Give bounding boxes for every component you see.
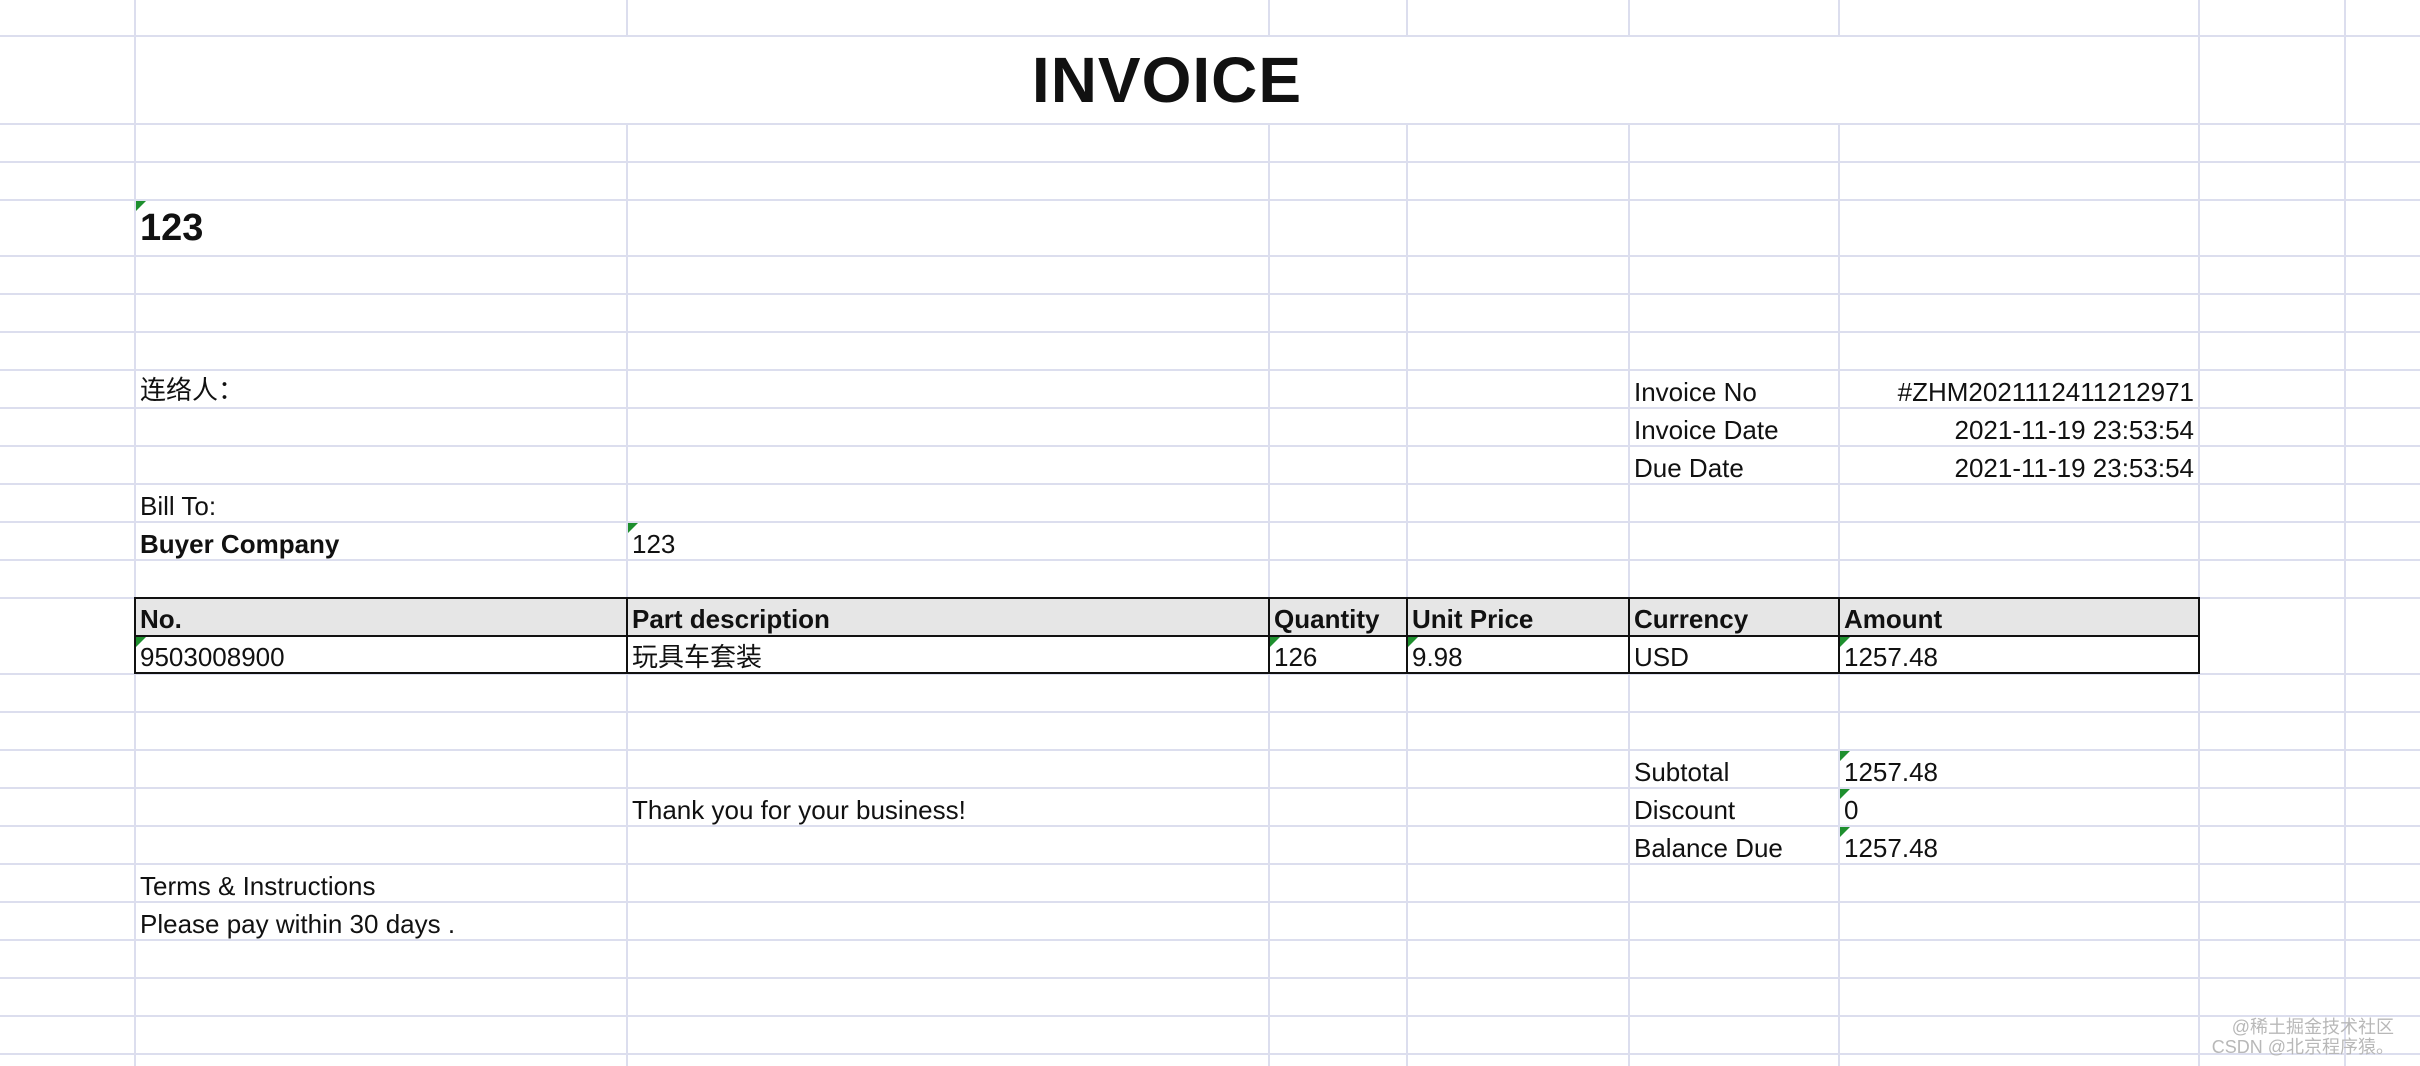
grid-row-line [0,711,2420,713]
grid-row-line [0,161,2420,163]
watermark-line-2: CSDN @北京程序猿。 [2211,1037,2394,1057]
header-amount[interactable]: Amount [1844,601,1942,637]
row-part-description[interactable]: 玩具车套装 [632,639,762,675]
invoice-date-value[interactable]: 2021-11-19 23:53:54 [1844,412,2195,448]
grid-column-line [1268,0,1270,1066]
terms-label[interactable]: Terms & Instructions [140,868,376,904]
discount-value[interactable]: 0 [1844,792,1858,828]
row-no[interactable]: 9503008900 [140,639,285,675]
header-part-description[interactable]: Part description [632,601,830,637]
row-amount[interactable]: 1257.48 [1844,639,1938,675]
grid-row-line [0,863,2420,865]
table-column-divider [1406,599,1408,672]
grid-row-line [0,1015,2420,1017]
buyer-company-value[interactable]: 123 [632,526,675,562]
company-name[interactable]: 123 [140,204,203,252]
grid-row-line [0,255,2420,257]
due-date-label[interactable]: Due Date [1634,450,1744,486]
grid-column-line [1628,0,1630,1066]
grid-column-line [2198,0,2200,1066]
thank-you-note[interactable]: Thank you for your business! [632,792,966,828]
grid-column-line [2344,0,2346,1066]
subtotal-value[interactable]: 1257.48 [1844,754,1938,790]
header-quantity[interactable]: Quantity [1274,601,1379,637]
table-column-divider [1628,599,1630,672]
terms-text[interactable]: Please pay within 30 days . [140,906,455,942]
table-column-divider [1268,599,1270,672]
table-column-divider [1838,599,1840,672]
grid-column-line [1406,0,1408,1066]
grid-row-line [0,977,2420,979]
contact-label[interactable]: 连络人： [140,372,244,408]
grid-row-line [0,331,2420,333]
table-column-divider [626,599,628,672]
grid-row-line [0,749,2420,751]
balance-due-value[interactable]: 1257.48 [1844,830,1938,866]
row-unit-price[interactable]: 9.98 [1412,639,1463,675]
subtotal-label[interactable]: Subtotal [1634,754,1729,790]
grid-row-line [0,199,2420,201]
invoice-date-label[interactable]: Invoice Date [1634,412,1779,448]
bill-to-label[interactable]: Bill To: [140,488,216,524]
spreadsheet-grid[interactable]: INVOICE 123 连络人： Invoice No #ZHM20211124… [0,0,2420,1066]
grid-row-line [0,825,2420,827]
header-unit-price[interactable]: Unit Price [1412,601,1533,637]
grid-row-line [0,293,2420,295]
grid-column-line [626,0,628,1066]
due-date-value[interactable]: 2021-11-19 23:53:54 [1844,450,2195,486]
header-currency[interactable]: Currency [1634,601,1748,637]
invoice-no-value[interactable]: #ZHM2021112411212971 [1844,374,2194,410]
grid-row-line [0,521,2420,523]
grid-row-line [0,369,2420,371]
invoice-no-label[interactable]: Invoice No [1634,374,1757,410]
header-no[interactable]: No. [140,601,182,637]
row-quantity[interactable]: 126 [1274,639,1317,675]
grid-column-line [134,0,136,1066]
balance-due-label[interactable]: Balance Due [1634,830,1783,866]
grid-row-line [0,787,2420,789]
grid-row-line [0,1053,2420,1055]
buyer-company-label[interactable]: Buyer Company [140,526,339,562]
grid-column-line [1838,0,1840,1066]
row-currency[interactable]: USD [1634,639,1689,675]
discount-label[interactable]: Discount [1634,792,1735,828]
watermark-line-1: @稀土掘金技术社区 [2231,1017,2394,1037]
invoice-title: INVOICE [1031,44,1303,116]
grid-row-line [0,559,2420,561]
grid-row-line [0,123,2420,125]
